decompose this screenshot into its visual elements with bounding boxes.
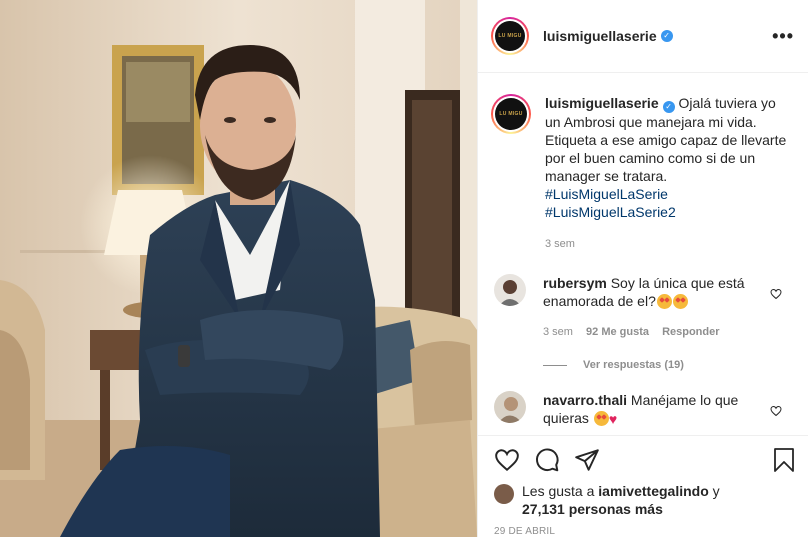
comment-item: rubersym Soy la única que está enamorada… [491, 274, 794, 341]
comment-item: navarro.thali Manéjame lo que quieras ♥ [491, 391, 794, 428]
avatar-logo-text: LU MIGU [499, 111, 523, 117]
post-image [0, 0, 477, 537]
share-direct-icon[interactable] [574, 447, 600, 473]
save-bookmark-icon[interactable] [772, 447, 796, 473]
comments-section[interactable]: LU MIGU luismiguellaserie ✓ Ojalá tuviera… [478, 74, 808, 434]
heart-eyes-emoji-icon [593, 411, 609, 426]
verified-badge-icon: ✓ [662, 101, 675, 113]
view-replies-button[interactable]: Ver respuestas (19) [543, 359, 794, 371]
comment-likes[interactable]: 92 Me gusta [586, 326, 649, 338]
commenter-avatar[interactable] [494, 391, 526, 423]
post-sidebar: LU MIGU luismiguellaserie ✓ ••• LU MIGU … [477, 0, 808, 537]
header-username[interactable]: luismiguellaserie [543, 28, 657, 44]
red-heart-emoji-icon: ♥ [608, 411, 618, 427]
reply-button[interactable]: Responder [662, 326, 719, 338]
comment-bubble-icon[interactable] [534, 447, 560, 473]
heart-eyes-emoji-icon [656, 294, 672, 309]
post-actions: Les gusta a iamivettegalindo y 27,131 pe… [478, 435, 808, 537]
commenter-avatar[interactable] [494, 274, 526, 306]
comment-like-heart-icon[interactable] [770, 288, 782, 303]
comment-like-heart-icon[interactable] [770, 405, 782, 420]
comment-time: 3 sem [543, 326, 573, 338]
hashtag-link[interactable]: #LuisMiguelLaSerie [545, 185, 790, 203]
caption-avatar[interactable]: LU MIGU [491, 94, 531, 134]
replies-divider [543, 364, 567, 366]
comment-meta: 3 sem 92 Me gusta Responder [543, 323, 753, 341]
profile-avatar[interactable]: LU MIGU [491, 17, 529, 55]
likes-prefix: Les gusta a [522, 483, 595, 499]
more-options-icon[interactable]: ••• [772, 26, 794, 47]
comment-username[interactable]: rubersym [543, 275, 607, 291]
caption-username[interactable]: luismiguellaserie [545, 95, 659, 111]
post-header: LU MIGU luismiguellaserie ✓ ••• [478, 0, 808, 73]
view-replies-label: Ver respuestas (19) [583, 359, 684, 371]
likes-count[interactable]: 27,131 personas más [522, 501, 663, 517]
likes-joiner: y [712, 483, 720, 499]
avatar-logo-text: LU MIGU [498, 33, 522, 39]
caption-time: 3 sem [545, 238, 575, 250]
like-heart-icon[interactable] [494, 447, 520, 473]
verified-badge-icon: ✓ [660, 30, 673, 42]
heart-eyes-emoji-icon [672, 294, 688, 309]
hashtag-link[interactable]: #LuisMiguelLaSerie2 [545, 203, 790, 221]
comment-username[interactable]: navarro.thali [543, 392, 627, 408]
post-date[interactable]: 29 DE ABRIL [494, 526, 796, 537]
likes-summary: Les gusta a iamivettegalindo y 27,131 pe… [494, 482, 796, 518]
liker-username[interactable]: iamivettegalindo [598, 483, 708, 499]
liker-avatar[interactable] [494, 484, 514, 504]
post-photo[interactable] [0, 0, 477, 537]
caption: LU MIGU luismiguellaserie ✓ Ojalá tuviera… [491, 74, 794, 253]
